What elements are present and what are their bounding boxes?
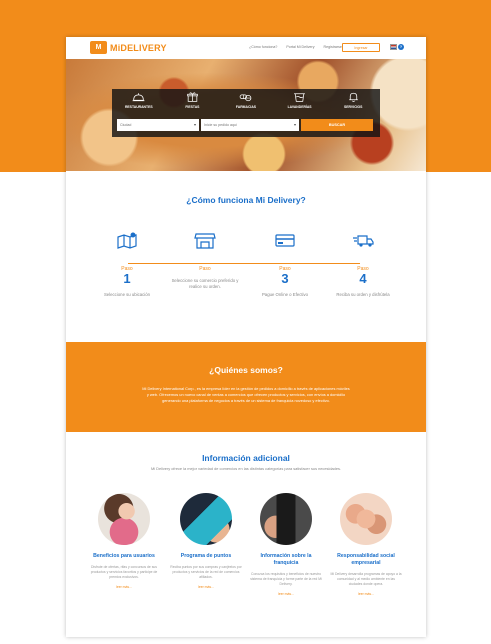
step-number: 4: [359, 271, 367, 286]
category-servicios[interactable]: SERVICIOS: [328, 91, 378, 117]
step-2: Paso Seleccione su comercio preferido y …: [170, 231, 240, 290]
laundry-icon: [294, 93, 305, 102]
category-label: RESTAURANTES: [124, 105, 153, 109]
nav-link-como-funciona[interactable]: ¿Cómo funciona?: [249, 45, 277, 49]
quienes-somos-section: ¿Quiénes somos? Mi Delivery Internationa…: [66, 342, 426, 432]
smartphone-photo: [260, 493, 312, 545]
info-card-responsabilidad: Responsabilidad social empresarial Mi De…: [330, 493, 402, 596]
category-label: SERVICIOS: [343, 105, 363, 109]
delivery-truck-icon: [353, 235, 374, 247]
map-pin-icon: [117, 232, 137, 249]
category-list: RESTAURANTES FIESTAS FARMACIAS LAVANDERÍ…: [112, 91, 380, 117]
steps-connector-line: [128, 263, 360, 264]
step-1: Paso 1 Seleccione su ubicación: [92, 231, 162, 298]
card-title: Información sobre la franquicia: [260, 553, 312, 566]
como-funciona-title: ¿Cómo funciona Mi Delivery?: [186, 195, 306, 205]
read-more-link[interactable]: leer más...: [170, 585, 242, 589]
step-number: 3: [281, 271, 289, 286]
step-number: 1: [123, 271, 131, 286]
card-title: Programa de puntos: [180, 553, 232, 559]
info-card-puntos: Programa de puntos Reciba puntos por sus…: [170, 493, 242, 589]
card-description: Disfrute de ofertas, rifas y concursos d…: [90, 565, 158, 579]
step-description: Pague Online o Efectivo: [261, 292, 309, 297]
gift-icon: [187, 92, 198, 102]
step-3: Paso 3 Pague Online o Efectivo: [250, 231, 320, 298]
storefront-icon: [194, 233, 216, 249]
category-fiestas[interactable]: FIESTAS: [167, 91, 217, 117]
read-more-link[interactable]: leer más...: [330, 592, 402, 596]
category-farmacias[interactable]: FARMACIAS: [221, 91, 271, 117]
pills-icon: [240, 94, 252, 102]
quienes-somos-text: Mi Delivery International Corp., es la e…: [142, 386, 350, 403]
help-icon[interactable]: ?: [398, 44, 404, 50]
search-placeholder: Inicie su pedido aquí: [204, 123, 237, 127]
category-label: LAVANDERÍAS: [287, 105, 312, 109]
chevron-down-icon: ▾: [293, 122, 296, 127]
bell-icon: [348, 92, 358, 102]
cloche-icon: [132, 93, 145, 102]
nav-link-registrarse[interactable]: Registrarse: [324, 45, 342, 49]
step-word: Paso: [199, 266, 211, 272]
woman-phone-photo: [98, 493, 150, 545]
card-payment-photo: [180, 493, 232, 545]
site-header: M MiDELIVERY ¿Cómo funciona? Portal Mi D…: [66, 37, 426, 59]
hands-together-photo: [340, 493, 392, 545]
logo-mark-icon: M: [90, 41, 107, 54]
read-more-link[interactable]: leer más...: [88, 585, 160, 589]
card-description: Reciba puntos por sus compras y canjéelo…: [170, 565, 242, 579]
card-title: Beneficios para usuarios: [93, 553, 155, 559]
nav-link-portal[interactable]: Portal Mi Delivery: [286, 45, 314, 49]
login-button[interactable]: Ingresar: [342, 43, 380, 52]
category-restaurantes[interactable]: RESTAURANTES: [114, 91, 164, 117]
logo-text: MiDELIVERY: [110, 42, 167, 53]
info-card-franquicia: Información sobre la franquicia Conozca …: [250, 493, 322, 596]
hero-banner: RESTAURANTES FIESTAS FARMACIAS LAVANDERÍ…: [66, 59, 426, 171]
search-row: Ciudad ▾ Inicie su pedido aquí ▾ BUSCAR: [117, 119, 375, 131]
card-title: Responsabilidad social empresarial: [337, 553, 395, 566]
search-input[interactable]: Inicie su pedido aquí ▾: [201, 119, 299, 131]
city-select-value: Ciudad: [120, 123, 132, 127]
category-label: FARMACIAS: [235, 105, 257, 109]
quienes-somos-title: ¿Quiénes somos?: [209, 365, 283, 375]
read-more-link[interactable]: leer más...: [250, 592, 322, 596]
credit-card-icon: [275, 234, 295, 247]
info-card-beneficios: Beneficios para usuarios Disfrute de ofe…: [88, 493, 160, 589]
category-label: FIESTAS: [185, 105, 200, 109]
top-nav: ¿Cómo funciona? Portal Mi Delivery Regis…: [249, 45, 342, 49]
category-lavanderias[interactable]: LAVANDERÍAS: [275, 91, 325, 117]
step-description: Seleccione su ubicación: [103, 292, 151, 297]
language-flag-icon[interactable]: [390, 44, 397, 50]
step-description: Seleccione su comercio preferido y reali…: [171, 278, 239, 289]
step-4: Paso 4 Reciba su orden y disfrútela: [328, 231, 398, 298]
card-description: Mi Delivery desarrolla programas de apoy…: [330, 572, 402, 586]
chevron-down-icon: ▾: [193, 122, 196, 127]
info-adicional-subtitle: Mi Delivery ofrece la mejor variedad de …: [150, 466, 342, 471]
landing-page: M MiDELIVERY ¿Cómo funciona? Portal Mi D…: [66, 37, 426, 637]
card-description: Conozca los requisitos y beneficios de n…: [250, 572, 322, 586]
site-logo[interactable]: M MiDELIVERY: [90, 41, 167, 54]
step-description: Reciba su orden y disfrútela: [336, 292, 390, 297]
city-select[interactable]: Ciudad ▾: [117, 119, 199, 131]
search-panel: RESTAURANTES FIESTAS FARMACIAS LAVANDERÍ…: [112, 89, 380, 137]
info-adicional-title: Información adicional: [202, 453, 290, 463]
search-button[interactable]: BUSCAR: [301, 119, 373, 131]
